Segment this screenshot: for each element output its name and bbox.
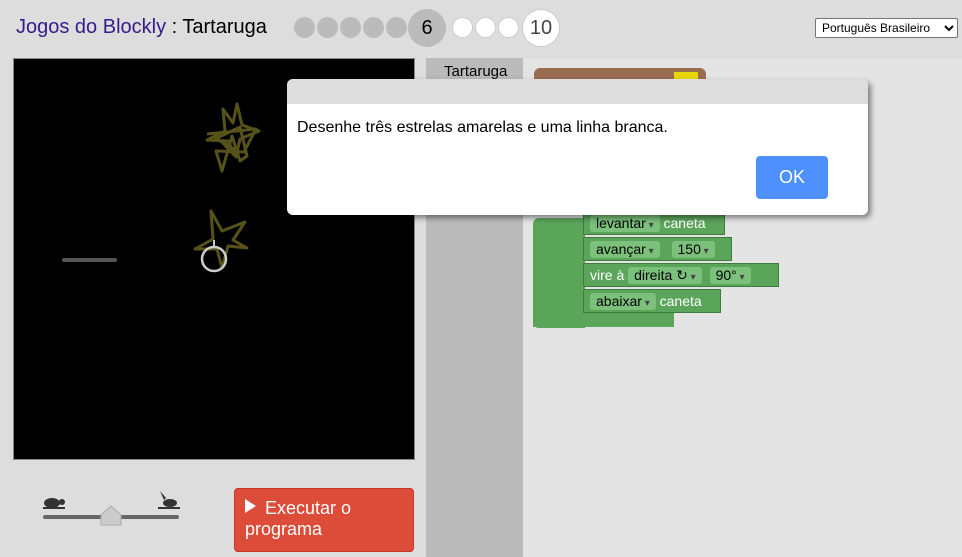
rabbit-fast-icon bbox=[158, 491, 180, 509]
pendown-block[interactable]: abaixar caneta bbox=[583, 289, 721, 313]
header-bar: Jogos do Blockly : Tartaruga 6 10 Portug… bbox=[0, 0, 962, 56]
page-title: Jogos do Blockly : Tartaruga bbox=[16, 16, 267, 39]
dialog-header bbox=[287, 79, 868, 104]
level-8-link[interactable] bbox=[475, 17, 496, 38]
level-3-link[interactable] bbox=[340, 17, 361, 38]
turn-block-label: vire à bbox=[590, 267, 625, 283]
repeat-block-bottom[interactable] bbox=[533, 313, 674, 327]
dialog-message: Desenhe três estrelas amarelas e uma lin… bbox=[297, 119, 668, 136]
current-level-indicator: 6 bbox=[408, 9, 446, 47]
turn-direction-dropdown[interactable]: direita ↻ bbox=[628, 267, 702, 284]
games-home-link[interactable]: Jogos do Blockly bbox=[16, 16, 166, 38]
run-program-button[interactable]: Executar o programa bbox=[234, 488, 414, 552]
forward-dropdown[interactable]: avançar bbox=[590, 241, 660, 258]
language-select[interactable]: Português Brasileiro bbox=[815, 18, 958, 38]
instruction-dialog: Desenhe três estrelas amarelas e uma lin… bbox=[287, 79, 868, 215]
forward-block[interactable]: avançar 150 bbox=[583, 237, 732, 261]
play-icon bbox=[245, 499, 256, 513]
penup-dropdown[interactable]: levantar bbox=[590, 215, 660, 232]
slider-knob[interactable] bbox=[100, 505, 122, 526]
penup-block-text: caneta bbox=[663, 215, 706, 231]
game-title: Tartaruga bbox=[182, 16, 267, 38]
level-7-link[interactable] bbox=[452, 17, 473, 38]
run-button-label: Executar o programa bbox=[245, 498, 352, 539]
pendown-dropdown[interactable]: abaixar bbox=[590, 293, 656, 310]
forward-distance-field[interactable]: 150 bbox=[671, 241, 715, 258]
turtle-slow-icon bbox=[43, 498, 65, 509]
repeat-block-c-arm[interactable] bbox=[533, 218, 585, 328]
level-1-link[interactable] bbox=[294, 17, 315, 38]
pendown-block-text: caneta bbox=[659, 293, 702, 309]
level-5-link[interactable] bbox=[386, 17, 407, 38]
turn-angle-field[interactable]: 90° bbox=[709, 267, 751, 284]
app-root: Jogos do Blockly : Tartaruga 6 10 Portug… bbox=[0, 0, 962, 557]
title-separator: : bbox=[166, 16, 183, 38]
toolbox-category-turtle[interactable]: Tartaruga bbox=[444, 63, 507, 80]
turn-block[interactable]: vire à direita ↻ 90° bbox=[583, 263, 779, 287]
level-9-link[interactable] bbox=[498, 17, 519, 38]
level-10-link[interactable]: 10 bbox=[522, 9, 560, 47]
level-2-link[interactable] bbox=[317, 17, 338, 38]
level-4-link[interactable] bbox=[363, 17, 384, 38]
speed-slider[interactable] bbox=[40, 488, 182, 528]
ok-button[interactable]: OK bbox=[756, 156, 828, 199]
